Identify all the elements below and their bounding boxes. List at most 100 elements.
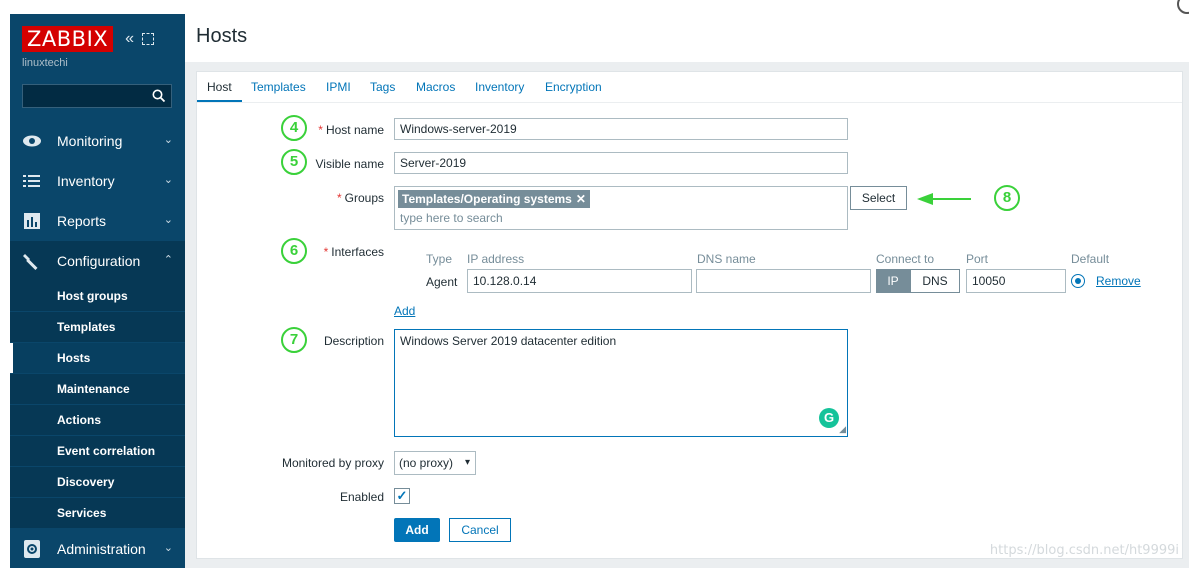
configuration-submenu: Host groups Templates Hosts Maintenance … xyxy=(10,281,185,529)
annotation-marker-6: 6 xyxy=(281,238,307,264)
cancel-button[interactable]: Cancel xyxy=(449,518,511,542)
interface-dns-input[interactable] xyxy=(696,269,871,293)
annotation-marker-5: 5 xyxy=(281,149,307,175)
menu-label: Reports xyxy=(57,213,107,229)
chevron-down-icon: ⌄ xyxy=(163,542,173,554)
annotation-marker-7: 7 xyxy=(281,327,307,353)
group-chip-label: Templates/Operating systems xyxy=(402,192,572,206)
tab-templates[interactable]: Templates xyxy=(251,80,306,94)
page-title: Hosts xyxy=(196,25,248,47)
menu-administration[interactable]: Administration ⌄ xyxy=(10,529,185,569)
annotation-marker-4: 4 xyxy=(281,115,307,141)
select-groups-button[interactable]: Select xyxy=(850,186,907,210)
chevron-down-icon: ⌄ xyxy=(163,174,173,186)
submenu-actions[interactable]: Actions xyxy=(10,405,185,436)
submenu-host-groups[interactable]: Host groups xyxy=(10,281,185,312)
description-textarea[interactable]: Windows Server 2019 datacenter edition G… xyxy=(394,329,848,437)
tab-inventory[interactable]: Inventory xyxy=(475,80,524,94)
remove-chip-icon[interactable]: ✕ xyxy=(576,192,586,206)
interface-ip-input[interactable]: 10.128.0.14 xyxy=(467,269,692,293)
submenu-maintenance[interactable]: Maintenance xyxy=(10,374,185,405)
connect-to-toggle: IP DNS xyxy=(876,269,960,293)
main-menu: Monitoring ⌄ Inventory ⌄ Reports ⌄ Confi… xyxy=(10,121,185,569)
groups-search-input[interactable]: type here to search xyxy=(400,211,503,225)
chevron-down-icon: ⌄ xyxy=(163,214,173,226)
page-header: Hosts xyxy=(185,14,1189,62)
add-button[interactable]: Add xyxy=(394,518,440,542)
server-name: linuxtechi xyxy=(22,57,68,69)
interface-port-input[interactable]: 10050 xyxy=(966,269,1066,293)
col-type: Type xyxy=(426,252,453,266)
tab-encryption[interactable]: Encryption xyxy=(545,80,602,94)
tab-tags[interactable]: Tags xyxy=(370,80,395,94)
window-corner-decor xyxy=(1177,0,1189,14)
description-label: Description xyxy=(323,334,384,348)
gear-icon xyxy=(24,540,40,558)
proxy-select-value: (no proxy) xyxy=(399,456,454,470)
connect-dns-option[interactable]: DNS xyxy=(910,269,960,293)
submenu-templates[interactable]: Templates xyxy=(10,312,185,343)
kiosk-mode-icon[interactable] xyxy=(142,33,155,45)
groups-label: * Groups xyxy=(336,191,384,205)
tab-ipmi[interactable]: IPMI xyxy=(326,80,351,94)
enabled-label: Enabled xyxy=(339,490,384,504)
col-dns-name: DNS name xyxy=(697,252,756,266)
menu-monitoring[interactable]: Monitoring ⌄ xyxy=(10,121,185,161)
grammarly-icon[interactable]: G xyxy=(819,408,839,428)
menu-reports[interactable]: Reports ⌄ xyxy=(10,201,185,241)
eye-icon xyxy=(23,135,41,147)
host-form-panel: Host Templates IPMI Tags Macros Inventor… xyxy=(196,71,1183,559)
proxy-select[interactable]: (no proxy) ▾ xyxy=(394,451,476,475)
enabled-checkbox[interactable]: ✓ xyxy=(394,488,410,504)
wrench-icon xyxy=(23,254,38,270)
proxy-label: Monitored by proxy xyxy=(281,456,384,470)
menu-label: Configuration xyxy=(57,253,141,269)
zabbix-logo[interactable]: ZABBIX xyxy=(22,26,114,52)
bar-chart-icon xyxy=(24,213,40,229)
remove-interface-link[interactable]: Remove xyxy=(1096,274,1141,288)
description-text: Windows Server 2019 datacenter edition xyxy=(400,334,617,348)
col-ip-address: IP address xyxy=(467,252,525,266)
annotation-marker-8: 8 xyxy=(994,185,1020,211)
tab-macros[interactable]: Macros xyxy=(416,80,455,94)
visible-name-label: Visible name xyxy=(315,157,384,171)
interface-type: Agent xyxy=(426,275,458,289)
chevron-up-icon: ⌃ xyxy=(163,254,173,266)
logo-row: ZABBIX « xyxy=(22,26,155,52)
connect-ip-option[interactable]: IP xyxy=(876,269,910,293)
host-name-label: * Host name xyxy=(318,123,384,137)
menu-label: Monitoring xyxy=(57,133,123,149)
tab-host[interactable]: Host xyxy=(207,80,232,94)
menu-configuration[interactable]: Configuration ⌃ xyxy=(10,241,185,281)
add-interface-link[interactable]: Add xyxy=(394,304,415,318)
submenu-discovery[interactable]: Discovery xyxy=(10,467,185,498)
menu-inventory[interactable]: Inventory ⌄ xyxy=(10,161,185,201)
groups-multiselect[interactable]: Templates/Operating systems ✕ type here t… xyxy=(394,186,848,230)
submenu-event-correlation[interactable]: Event correlation xyxy=(10,436,185,467)
resize-handle-icon[interactable]: ◢ xyxy=(839,424,846,435)
default-interface-radio[interactable] xyxy=(1071,274,1085,288)
group-chip: Templates/Operating systems ✕ xyxy=(398,190,590,208)
visible-name-input[interactable]: Server-2019 xyxy=(394,152,848,174)
menu-label: Inventory xyxy=(57,173,115,189)
search-icon[interactable] xyxy=(152,89,166,103)
watermark: https://blog.csdn.net/ht9999i xyxy=(989,543,1179,558)
col-port: Port xyxy=(966,252,989,266)
interfaces-label: * Interfaces xyxy=(323,245,384,259)
submenu-services[interactable]: Services xyxy=(10,498,185,529)
collapse-sidebar-icon[interactable]: « xyxy=(125,30,134,48)
submenu-hosts[interactable]: Hosts xyxy=(10,343,185,374)
col-default: Default xyxy=(1071,252,1110,266)
sidebar: ZABBIX « linuxtechi Monitoring ⌄ Invento… xyxy=(10,14,185,568)
chevron-down-icon: ⌄ xyxy=(163,134,173,146)
list-icon xyxy=(23,175,40,187)
active-tab-indicator xyxy=(197,100,242,102)
annotation-arrow-icon xyxy=(917,193,971,205)
col-connect-to: Connect to xyxy=(876,252,935,266)
chevron-down-icon: ▾ xyxy=(464,457,470,468)
host-name-input[interactable]: Windows-server-2019 xyxy=(394,118,848,140)
content-area: Host Templates IPMI Tags Macros Inventor… xyxy=(185,62,1189,568)
menu-label: Administration xyxy=(57,541,146,557)
sidebar-search-input[interactable] xyxy=(22,84,172,108)
tab-bar: Host Templates IPMI Tags Macros Inventor… xyxy=(197,72,1182,103)
